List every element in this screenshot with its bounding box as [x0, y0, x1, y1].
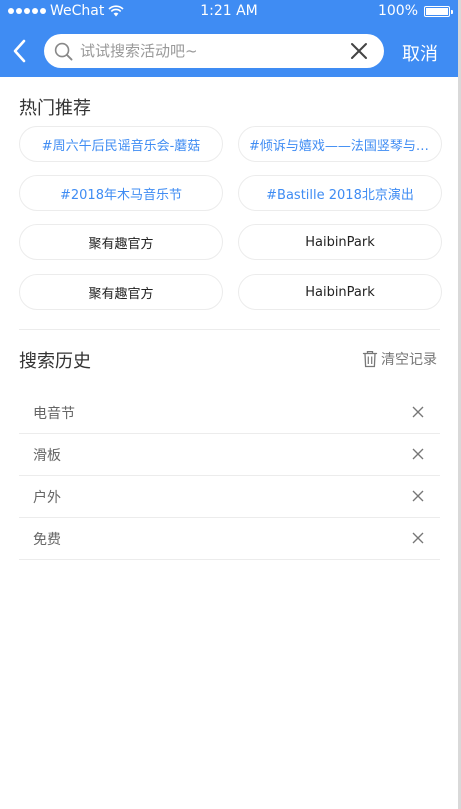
cancel-button[interactable]: 取消	[402, 40, 438, 66]
history-item-label: 电音节	[33, 406, 75, 422]
chevron-left-icon[interactable]	[10, 38, 30, 64]
hot-tag-label: 聚有趣官方	[88, 236, 154, 252]
history-item[interactable]: 滑板	[19, 434, 440, 476]
hot-tag-label: #Bastille 2018北京演出	[266, 187, 414, 203]
trash-icon	[362, 350, 378, 368]
history-section-title: 搜索历史	[19, 351, 91, 372]
search-input[interactable]	[80, 34, 330, 68]
search-bar[interactable]	[44, 34, 384, 68]
close-icon[interactable]	[350, 42, 368, 60]
battery-status: 100%	[377, 3, 453, 19]
clear-history-label: 清空记录	[381, 352, 437, 368]
hot-tag-label: 聚有趣官方	[88, 286, 154, 302]
battery-percent: 100%	[377, 3, 418, 19]
close-icon[interactable]	[412, 532, 424, 544]
close-icon[interactable]	[412, 406, 424, 418]
section-divider	[19, 329, 440, 330]
hot-tag[interactable]: HaibinPark	[238, 224, 442, 260]
hot-tag-label: HaibinPark	[305, 284, 375, 300]
hot-tag[interactable]: HaibinPark	[238, 274, 442, 310]
hot-tag[interactable]: #Bastille 2018北京演出	[238, 175, 442, 211]
search-page: WeChat 1:21 AM 100% 试试搜索活动吧~ 取消 热门推荐 #周六…	[0, 0, 458, 809]
history-item[interactable]: 免费	[19, 518, 440, 560]
hot-tag[interactable]: 聚有趣官方	[19, 224, 223, 260]
history-item[interactable]: 电音节	[19, 392, 440, 434]
history-item[interactable]: 户外	[19, 476, 440, 518]
hot-tag[interactable]: 聚有趣官方	[19, 274, 223, 310]
history-item-label: 滑板	[33, 448, 61, 464]
clear-history-button[interactable]: 清空记录	[362, 349, 437, 369]
status-bar: WeChat 1:21 AM 100%	[0, 0, 458, 24]
header-bar: WeChat 1:21 AM 100% 试试搜索活动吧~ 取消	[0, 0, 458, 77]
history-item-label: 免费	[33, 532, 61, 548]
hot-tag[interactable]: #倾诉与嬉戏——法国竖琴与长笛	[238, 126, 442, 162]
hot-section-title: 热门推荐	[19, 98, 91, 119]
history-item-label: 户外	[33, 490, 61, 506]
hot-tag-label: #周六午后民谣音乐会-蘑菇	[41, 138, 201, 154]
close-icon[interactable]	[412, 448, 424, 460]
search-icon	[54, 42, 73, 61]
hot-tag[interactable]: #周六午后民谣音乐会-蘑菇	[19, 126, 223, 162]
hot-tag[interactable]: #2018年木马音乐节	[19, 175, 223, 211]
battery-icon	[424, 5, 453, 17]
close-icon[interactable]	[412, 490, 424, 502]
hot-tag-label: #2018年木马音乐节	[60, 187, 182, 203]
hot-tag-label: #倾诉与嬉戏——法国竖琴与长笛	[249, 138, 431, 154]
hot-tag-label: HaibinPark	[305, 234, 375, 250]
